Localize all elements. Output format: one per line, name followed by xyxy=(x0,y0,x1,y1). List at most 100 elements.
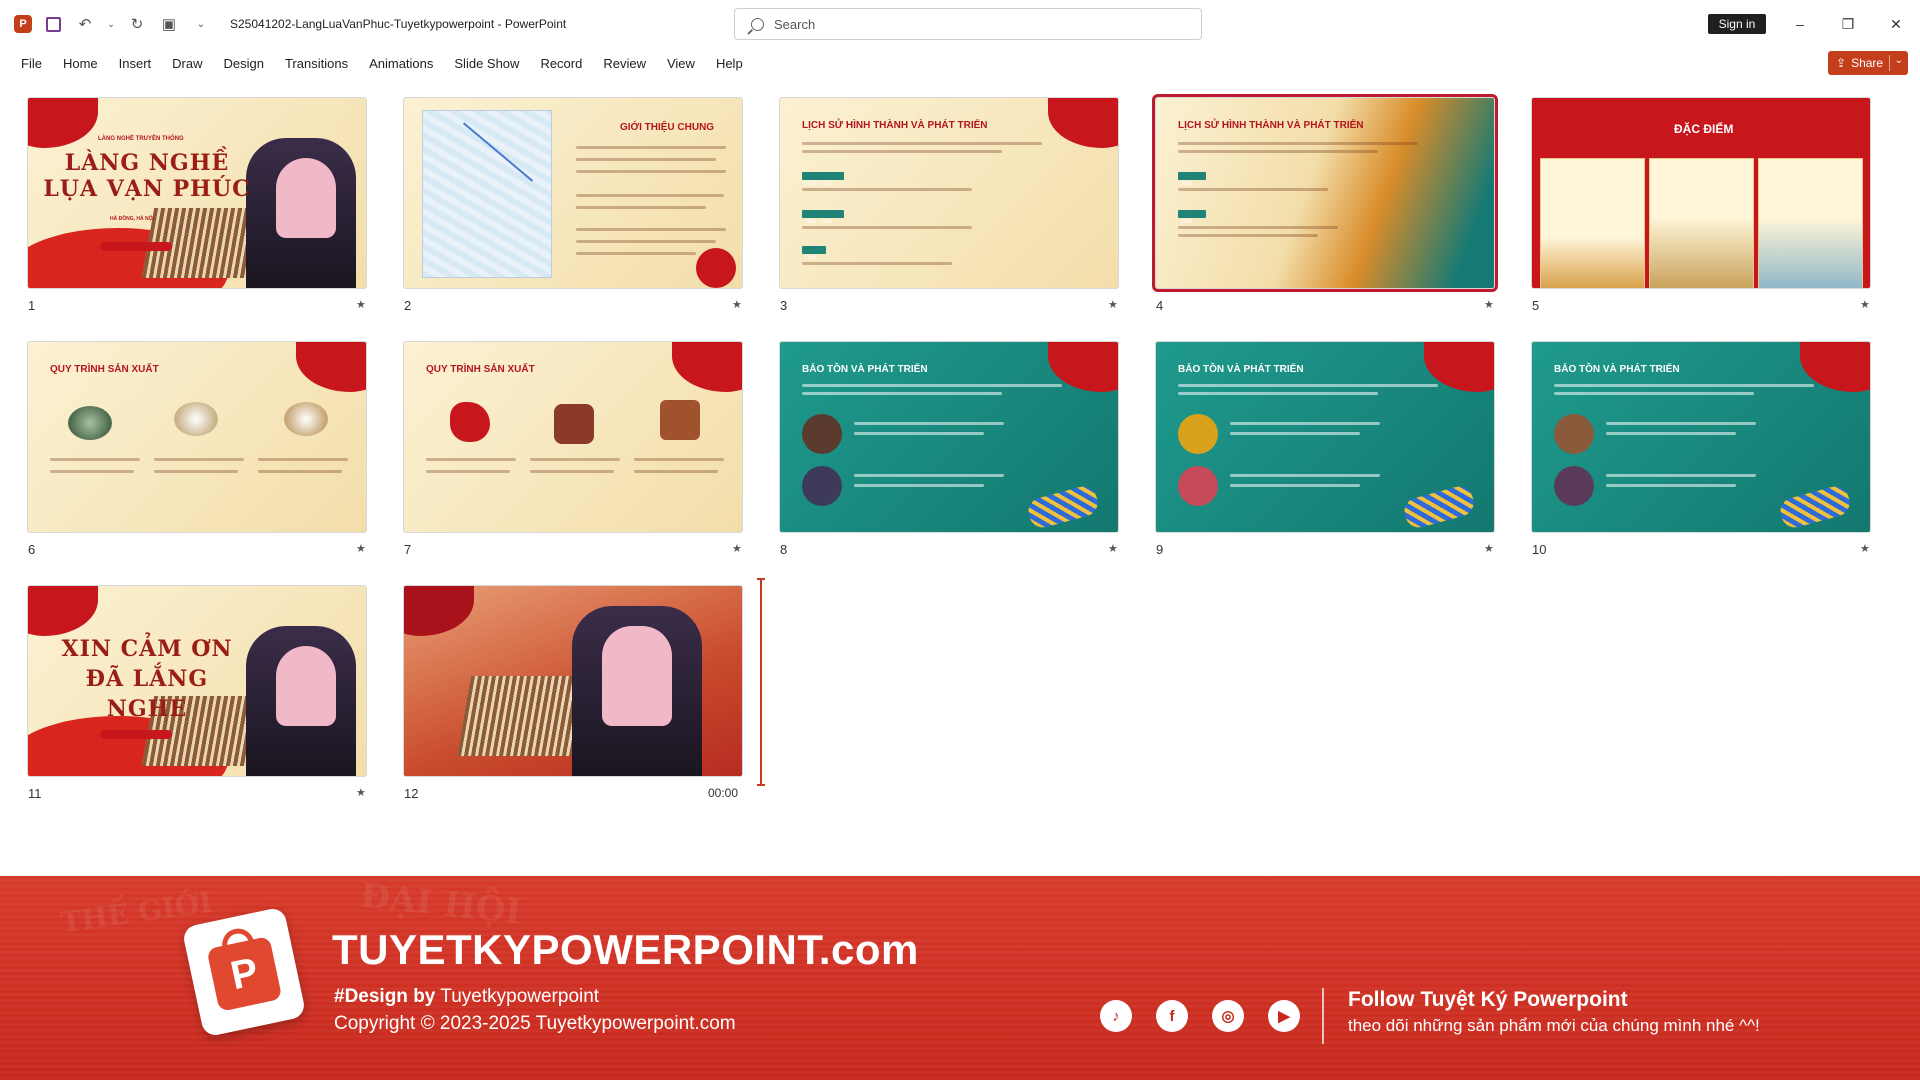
slide-heading: ĐẶC ĐIỂM xyxy=(1674,122,1734,136)
slide-subtitle: LÀNG NGHỀ TRUYỀN THỐNG xyxy=(98,136,184,142)
text-line xyxy=(854,422,1004,425)
youtube-icon[interactable]: ▶ xyxy=(1268,1000,1300,1032)
tab-view[interactable]: View xyxy=(667,56,695,71)
text-line xyxy=(802,262,952,265)
close-button[interactable]: ✕ xyxy=(1872,0,1920,48)
tab-slide-show[interactable]: Slide Show xyxy=(454,56,519,71)
search-input[interactable] xyxy=(774,16,1174,32)
slide-thumbnail-3[interactable]: LỊCH SỬ HÌNH THÀNH VÀ PHÁT TRIỂN 1931 - … xyxy=(779,97,1119,289)
silk-dye-icon xyxy=(450,402,490,442)
slide-number: 4 xyxy=(1156,298,1164,313)
slide-thumbnail-1[interactable]: LÀNG NGHỀ TRUYỀN THỐNG LÀNG NGHỀ LỤA VẠN… xyxy=(27,97,367,289)
tab-animations[interactable]: Animations xyxy=(369,56,433,71)
slide-thumbnail-7[interactable]: QUY TRÌNH SẢN XUẤT xyxy=(403,341,743,533)
sign-in-button[interactable]: Sign in xyxy=(1708,14,1766,34)
undo-icon[interactable]: ↶ xyxy=(74,13,96,35)
text-line xyxy=(1554,384,1814,387)
slide-thumbnail-2[interactable]: GIỚI THIỆU CHUNG xyxy=(403,97,743,289)
curtain-decoration xyxy=(1048,98,1118,148)
animation-star-icon[interactable]: ★ xyxy=(356,298,366,311)
fabric-decoration xyxy=(1401,483,1477,531)
share-icon: ⇪ xyxy=(1836,56,1847,70)
text-line xyxy=(1606,432,1736,435)
slide-duration: 00:00 xyxy=(708,786,739,800)
customize-toolbar-icon[interactable]: ⌄ xyxy=(190,13,212,35)
slide-thumbnail-10[interactable]: BẢO TỒN VÀ PHÁT TRIỂN xyxy=(1531,341,1871,533)
tab-help[interactable]: Help xyxy=(716,56,743,71)
tab-record[interactable]: Record xyxy=(540,56,582,71)
text-line xyxy=(802,384,1062,387)
slide-thumbnail-12[interactable] xyxy=(403,585,743,777)
silk-thread-image xyxy=(284,402,328,436)
chevron-down-icon[interactable]: ⌄ xyxy=(1895,55,1903,66)
undo-dropdown-icon[interactable]: ⌄ xyxy=(106,13,116,35)
animation-star-icon[interactable]: ★ xyxy=(356,786,366,799)
curtain-decoration xyxy=(672,342,742,392)
photo-circle xyxy=(1554,466,1594,506)
powerpoint-app-icon: P xyxy=(14,15,32,33)
slide-heading: GIỚI THIỆU CHUNG xyxy=(620,122,715,133)
text-line xyxy=(258,458,348,461)
feature-panel xyxy=(1649,158,1754,288)
slide-thumbnail-11[interactable]: XIN CẢM ƠN ĐÃ LẮNG NGHE xyxy=(27,585,367,777)
slide-heading: LỊCH SỬ HÌNH THÀNH VÀ PHÁT TRIỂN xyxy=(802,120,988,131)
text-line xyxy=(576,194,724,197)
map-image xyxy=(422,110,552,278)
animation-star-icon[interactable]: ★ xyxy=(1108,542,1118,555)
animation-star-icon[interactable]: ★ xyxy=(732,542,742,555)
year-tag: 1931 - 1932 xyxy=(802,172,844,187)
share-button[interactable]: ⇪ Share ⌄ xyxy=(1828,51,1908,75)
copyright-text: Copyright © 2023-2025 Tuyetkypowerpoint.… xyxy=(334,1013,736,1034)
fabric-decoration xyxy=(1777,483,1853,531)
search-box[interactable] xyxy=(734,8,1202,40)
animation-star-icon[interactable]: ★ xyxy=(356,542,366,555)
text-line xyxy=(854,474,1004,477)
slide-thumbnail-5[interactable]: ĐẶC ĐIỂM xyxy=(1531,97,1871,289)
tab-file[interactable]: File xyxy=(21,56,42,71)
instagram-icon[interactable]: ◎ xyxy=(1212,1000,1244,1032)
tab-review[interactable]: Review xyxy=(603,56,646,71)
tab-insert[interactable]: Insert xyxy=(119,56,152,71)
slide-number: 2 xyxy=(404,298,412,313)
tiktok-icon[interactable]: ♪ xyxy=(1100,1000,1132,1032)
slide-number: 3 xyxy=(780,298,788,313)
animation-star-icon[interactable]: ★ xyxy=(1108,298,1118,311)
slide-thumbnail-8[interactable]: BẢO TỒN VÀ PHÁT TRIỂN xyxy=(779,341,1119,533)
tab-transitions[interactable]: Transitions xyxy=(285,56,348,71)
slide-heading: BẢO TỒN VÀ PHÁT TRIỂN xyxy=(802,364,928,375)
animation-star-icon[interactable]: ★ xyxy=(1860,542,1870,555)
slide-number: 12 xyxy=(404,786,419,801)
pill-decoration xyxy=(100,242,172,251)
animation-star-icon[interactable]: ★ xyxy=(732,298,742,311)
facebook-icon[interactable]: f xyxy=(1156,1000,1188,1032)
slide-location: HÀ ĐÔNG, HÀ NỘI xyxy=(110,216,154,222)
tab-home[interactable]: Home xyxy=(63,56,98,71)
animation-star-icon[interactable]: ★ xyxy=(1484,542,1494,555)
slide-thumbnail-6[interactable]: QUY TRÌNH SẢN XUẤT xyxy=(27,341,367,533)
text-line xyxy=(576,146,726,149)
share-separator xyxy=(1889,55,1890,71)
slide-thumbnail-4[interactable]: LỊCH SỬ HÌNH THÀNH VÀ PHÁT TRIỂN 2009 20… xyxy=(1152,94,1498,292)
minimize-button[interactable]: – xyxy=(1776,0,1824,48)
slide-thumbnail-9[interactable]: BẢO TỒN VÀ PHÁT TRIỂN xyxy=(1155,341,1495,533)
text-line xyxy=(1178,392,1378,395)
text-line xyxy=(1230,422,1380,425)
slide-number: 7 xyxy=(404,542,412,557)
text-line xyxy=(154,458,244,461)
follow-subtitle: theo dõi những sản phẩm mới của chúng mì… xyxy=(1348,1016,1760,1035)
animation-star-icon[interactable]: ★ xyxy=(1484,298,1494,311)
restore-button[interactable]: ❐ xyxy=(1824,0,1872,48)
text-line xyxy=(854,484,984,487)
tab-draw[interactable]: Draw xyxy=(172,56,202,71)
text-line xyxy=(634,458,724,461)
slide-number: 8 xyxy=(780,542,788,557)
animation-star-icon[interactable]: ★ xyxy=(1860,298,1870,311)
tab-design[interactable]: Design xyxy=(224,56,264,71)
save-icon[interactable] xyxy=(42,13,64,35)
design-prefix: #Design by xyxy=(334,986,436,1007)
present-from-start-icon[interactable]: ▣ xyxy=(158,13,180,35)
redo-icon[interactable]: ↻ xyxy=(126,13,148,35)
loom-icon xyxy=(554,404,594,444)
text-line xyxy=(1230,432,1360,435)
text-line xyxy=(50,470,134,473)
